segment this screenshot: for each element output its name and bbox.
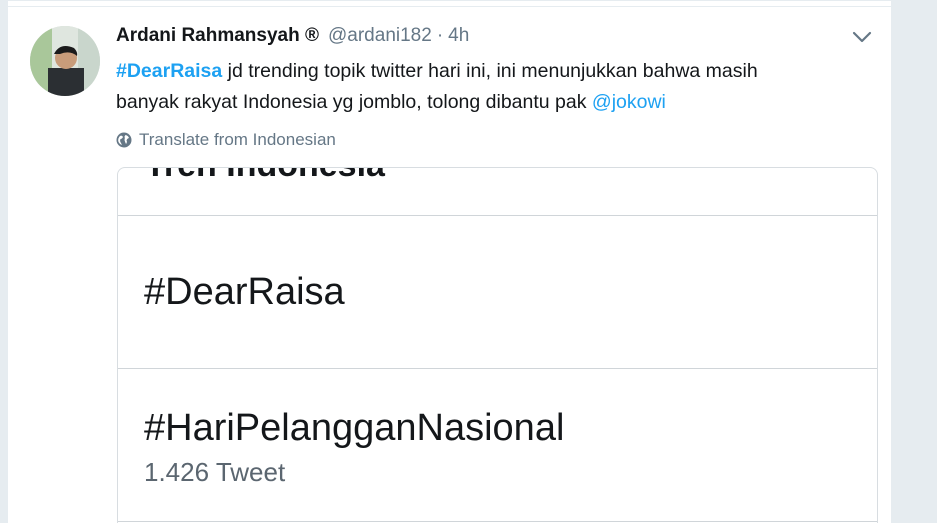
timestamp[interactable]: 4h (448, 25, 469, 47)
tweet-text-line2: banyak rakyat Indonesia yg jomblo, tolon… (116, 91, 592, 113)
trend-item: #HariPelangganNasional 1.426 Tweet (118, 369, 877, 522)
trends-header-title: Tren Indonesia (145, 168, 385, 185)
trend-item: #DearRaisa (118, 216, 877, 369)
trend-tweet-count: 1.426 Tweet (144, 457, 286, 487)
avatar[interactable] (30, 26, 100, 96)
author-handle[interactable]: @ardani182 (328, 25, 432, 47)
tweet-text: #DearRaisa jd trending topik twitter har… (116, 56, 856, 118)
translate-link[interactable]: Translate from Indonesian (116, 129, 336, 151)
avatar-photo (30, 26, 100, 96)
translate-label: Translate from Indonesian (139, 130, 336, 149)
tweet-text-line1: jd trending topik twitter hari ini, ini … (222, 60, 758, 82)
chevron-down-icon[interactable] (850, 27, 874, 47)
author-name[interactable]: Ardani Rahmansyah ® (116, 25, 319, 47)
mention-link[interactable]: @jokowi (592, 91, 666, 113)
trends-header: Tren Indonesia (118, 168, 877, 216)
attached-image[interactable]: Tren Indonesia #DearRaisa #HariPelanggan… (117, 167, 878, 523)
hashtag-link[interactable]: #DearRaisa (116, 60, 222, 82)
divider (8, 6, 891, 7)
globe-icon (116, 132, 132, 148)
tweet-header: Ardani Rahmansyah ® @ardani182 · 4h (116, 25, 469, 51)
trend-name: #HariPelangganNasional (144, 407, 565, 449)
tweet-card[interactable]: Ardani Rahmansyah ® @ardani182 · 4h #Dea… (8, 0, 891, 523)
trend-name: #DearRaisa (144, 271, 345, 313)
separator: · (436, 25, 444, 46)
